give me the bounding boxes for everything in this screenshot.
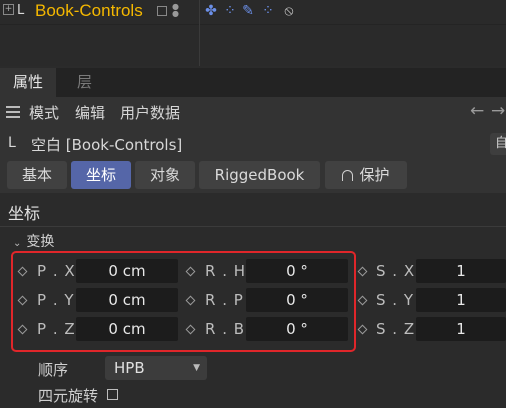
xpresso-tag-icon[interactable]: ✤ [203,2,219,20]
null-object-icon: L [17,3,25,18]
tab-protection[interactable]: 保护 [325,161,407,189]
keyframe-diamond-icon[interactable] [357,266,368,277]
transform-group[interactable]: ⌄ 变换 [13,231,54,251]
order-select[interactable]: HPB ▼ [105,356,207,380]
tab-riggedbook[interactable]: RiggedBook [199,161,320,189]
tab-object[interactable]: 对象 [135,161,195,189]
menu-bar: 模式 编辑 用户数据 ← → [0,97,506,127]
pos-y-field[interactable]: 0 cm [76,288,178,312]
keyframe-diamond-icon[interactable] [185,266,196,277]
pos-x-label: P . X [37,262,76,280]
visibility-dots-icon[interactable]: ● ● [172,3,179,18]
keyframe-diamond-icon[interactable] [357,295,368,306]
section-title: 坐标 [8,204,41,223]
property-tab-row: 基本 坐标 对象 RiggedBook 保护 [0,159,506,193]
keyframe-diamond-icon[interactable] [185,295,196,306]
quaternion-checkbox[interactable] [107,389,118,400]
rot-h-label: R . H [205,262,247,280]
rot-b-label: R . B [205,320,246,338]
object-title-row: L 空白 [Book-Controls] 自 [0,127,506,159]
rot-p-label: R . P [205,291,244,309]
layer-color-icon[interactable] [157,6,167,16]
object-title: 空白 [Book-Controls] [31,136,183,154]
scale-z-field[interactable]: 1 [416,317,506,341]
quaternion-label: 四元旋转 [38,387,99,405]
bell-icon [342,170,354,181]
order-label: 顺序 [38,361,69,379]
hamburger-menu-icon[interactable] [6,106,20,118]
menu-mode[interactable]: 模式 [29,102,59,123]
no-entry-icon[interactable]: ⦸ [281,2,297,20]
rot-p-field[interactable]: 0 ° [246,288,348,312]
tab-attributes[interactable]: 属性 [0,68,57,97]
pin-tag-icon[interactable]: ✎ [240,2,256,20]
constraint-tag-icon[interactable]: ⁘ [222,2,238,20]
scale-y-label: S . Y [376,291,414,309]
keyframe-diamond-icon[interactable] [17,324,28,335]
menu-user-data[interactable]: 用户数据 [120,102,180,123]
row-separator [0,24,506,25]
scale-x-label: S . X [376,262,416,280]
auto-button[interactable]: 自 [490,133,506,155]
pos-z-label: P . Z [37,320,76,338]
section-divider [0,226,506,227]
pos-y-label: P . Y [37,291,75,309]
tab-protection-label: 保护 [359,166,390,184]
object-manager: + L Book-Controls ● ● ✤ ⁘ ✎ ⁘ ⦸ [0,0,506,66]
rot-h-field[interactable]: 0 ° [246,259,348,283]
keyframe-diamond-icon[interactable] [17,266,28,277]
expand-toggle-icon[interactable]: + [3,4,14,15]
forward-arrow-icon[interactable]: → [491,101,505,121]
pos-x-field[interactable]: 0 cm [76,259,178,283]
group-title-label: 变换 [26,234,55,250]
object-row[interactable]: + L Book-Controls ● ● ✤ ⁘ ✎ ⁘ ⦸ [0,0,506,24]
object-name[interactable]: Book-Controls [35,1,143,21]
keyframe-diamond-icon[interactable] [357,324,368,335]
rot-b-field[interactable]: 0 ° [246,317,348,341]
null-object-icon: L [8,135,16,151]
scale-x-field[interactable]: 1 [416,259,506,283]
panel-tab-bar: 属性 层 [0,68,506,97]
dropdown-caret-icon: ▼ [193,363,200,373]
tab-coordinates[interactable]: 坐标 [71,161,131,189]
chevron-down-icon: ⌄ [13,238,22,249]
tab-basic[interactable]: 基本 [7,161,67,189]
keyframe-diamond-icon[interactable] [185,324,196,335]
order-value: HPB [114,359,145,377]
keyframe-diamond-icon[interactable] [17,295,28,306]
constraint-tag-icon[interactable]: ⁘ [260,2,276,20]
tab-layers[interactable]: 层 [64,68,105,97]
menu-edit[interactable]: 编辑 [75,102,105,123]
back-arrow-icon[interactable]: ← [470,101,484,121]
scale-z-label: S . Z [376,320,416,338]
column-divider [199,0,200,66]
pos-z-field[interactable]: 0 cm [76,317,178,341]
scale-y-field[interactable]: 1 [416,288,506,312]
